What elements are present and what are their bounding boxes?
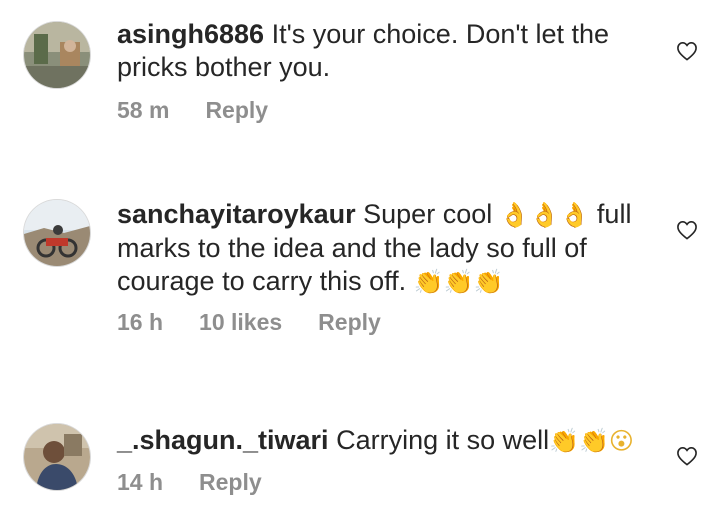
heart-outline-icon[interactable]	[676, 41, 698, 61]
comment-body: Carrying it so well	[336, 425, 550, 455]
heart-outline-icon[interactable]	[676, 446, 698, 466]
comment-username[interactable]: _.shagun._tiwari	[117, 425, 329, 455]
comment-meta: 58 m Reply	[117, 97, 268, 124]
comment-text: asingh6886 It's your choice. Don't let t…	[117, 18, 657, 84]
heart-outline-icon[interactable]	[676, 220, 698, 240]
comment-meta: 16 h 10 likes Reply	[117, 309, 381, 336]
comment-timestamp: 58 m	[117, 97, 170, 123]
comment-meta: 14 h Reply	[117, 469, 262, 496]
comment-text: _.shagun._tiwari Carrying it so well👏👏😮	[117, 424, 657, 458]
reply-button[interactable]: Reply	[318, 309, 381, 336]
comment-username[interactable]: sanchayitaroykaur	[117, 199, 356, 229]
reply-button[interactable]: Reply	[205, 97, 268, 124]
comment-username[interactable]: asingh6886	[117, 19, 264, 49]
avatar[interactable]	[24, 200, 90, 266]
likes-count[interactable]: 10 likes	[199, 309, 282, 336]
avatar[interactable]	[24, 424, 90, 490]
comments-list: asingh6886 It's your choice. Don't let t…	[0, 0, 723, 517]
clapping-hands-emoji-icon: 👏👏😮	[549, 427, 634, 455]
comment-body: Super cool	[363, 199, 493, 229]
comment-timestamp: 14 h	[117, 469, 164, 495]
avatar[interactable]	[24, 22, 90, 88]
comment-timestamp: 16 h	[117, 309, 164, 335]
clapping-hands-emoji-icon: 👏👏👏	[413, 268, 504, 296]
reply-button[interactable]: Reply	[199, 469, 262, 496]
comment-text: sanchayitaroykaur Super cool 👌👌👌 full ma…	[117, 198, 657, 299]
ok-hand-emoji-icon: 👌👌👌	[499, 201, 590, 229]
